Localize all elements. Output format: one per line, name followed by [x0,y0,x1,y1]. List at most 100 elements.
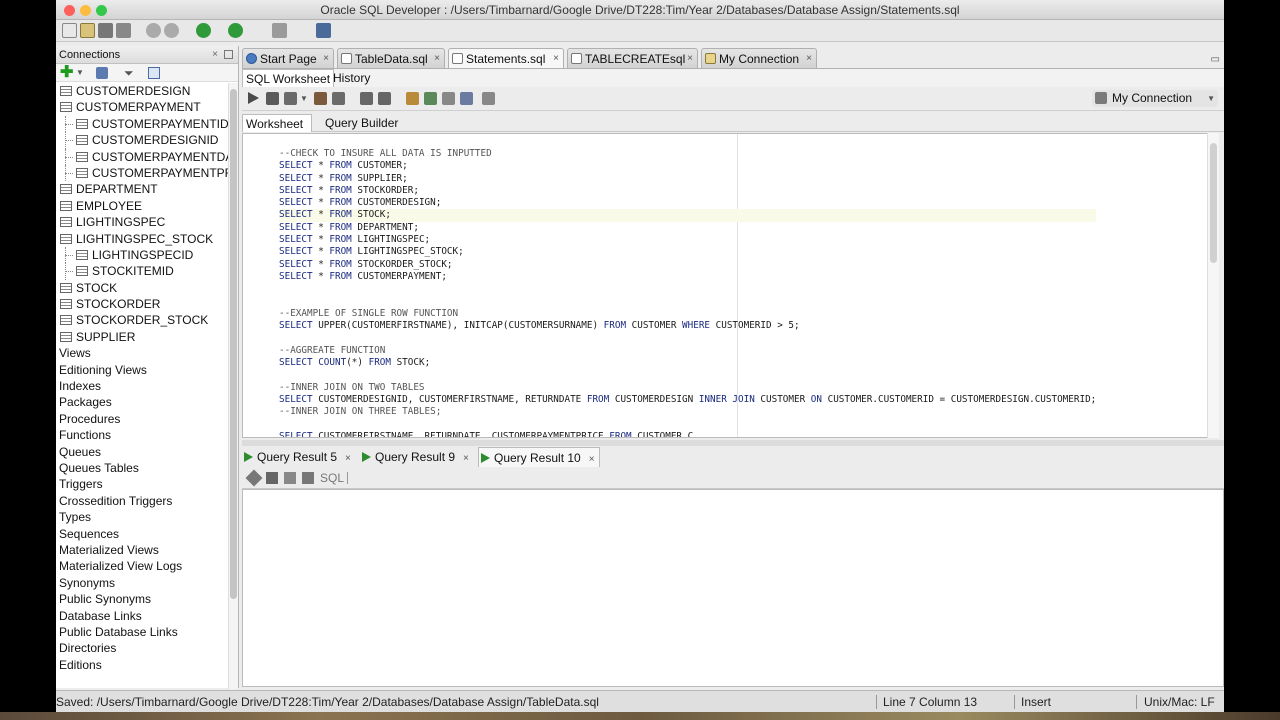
tree-category-item[interactable]: Crossedition Triggers [56,493,228,509]
sql-tool-icon[interactable] [272,23,287,38]
tree-category-item[interactable]: Triggers [56,476,228,492]
commit-icon[interactable] [284,92,297,105]
tree-category-item[interactable]: Directories [56,640,228,656]
code-line[interactable]: SELECT COUNT(*) FROM STOCK; [279,357,1096,369]
export-icon[interactable] [302,472,314,484]
tree-category-item[interactable]: Database Links [56,608,228,624]
tree-category-item[interactable]: Materialized Views [56,542,228,558]
tab-worksheet[interactable]: Worksheet [242,114,312,132]
sql-label[interactable]: SQL [320,471,344,485]
redo-icon[interactable] [164,23,179,38]
tab-query-result-10[interactable]: Query Result 10 × [478,447,600,467]
cancel-icon[interactable] [332,92,345,105]
tree-table-item[interactable]: CUSTOMERDESIGN [56,83,228,99]
tab-statements-sql[interactable]: Statements.sql × [448,48,564,68]
tree-table-item[interactable]: STOCKORDER [56,296,228,312]
tree-category-item[interactable]: Public Synonyms [56,591,228,607]
editor-results-splitter[interactable] [242,440,1224,446]
editor-scroll-thumb[interactable] [1210,143,1217,263]
tree-table-item[interactable]: SUPPLIER [56,329,228,345]
code-line[interactable]: --INNER JOIN ON TWO TABLES [279,382,1096,394]
open-folder-icon[interactable] [80,23,95,38]
tuning-icon[interactable] [460,92,473,105]
tools-icon[interactable] [482,92,495,105]
tree-column-item[interactable]: STOCKITEMID [56,263,228,281]
chevron-down-icon[interactable]: ▼ [300,94,308,103]
tab-sql-worksheet[interactable]: SQL Worksheet [242,69,335,88]
close-window-icon[interactable] [64,5,75,16]
tree-category-item[interactable]: Sequences [56,526,228,542]
tree-category-item[interactable]: Procedures [56,411,228,427]
close-tab-icon[interactable]: × [323,49,329,69]
tree-table-item[interactable]: EMPLOYEE [56,198,228,214]
tab-query-result-9[interactable]: Query Result 9 × [360,447,469,467]
close-tab-icon[interactable]: × [806,49,812,69]
close-tab-icon[interactable]: × [345,453,351,464]
code-line[interactable]: SELECT * FROM LIGHTINGSPEC; [279,234,1096,246]
code-line[interactable] [279,283,1096,295]
code-line[interactable]: SELECT CUSTOMERFIRSTNAME, RETURNDATE, CU… [279,431,1096,437]
close-panel-icon[interactable]: × [212,46,218,64]
code-line[interactable]: SELECT * FROM STOCKORDER; [279,185,1096,197]
code-line[interactable]: --AGGREATE FUNCTION [279,345,1096,357]
code-line[interactable]: SELECT * FROM CUSTOMERPAYMENT; [279,271,1096,283]
tree-table-item[interactable]: STOCKORDER_STOCK [56,312,228,328]
binoculars-icon[interactable] [316,23,331,38]
tree-category-item[interactable]: Functions [56,427,228,443]
code-line[interactable]: SELECT * FROM STOCKORDER_STOCK; [279,259,1096,271]
tree-category-item[interactable]: Queues [56,444,228,460]
tree-category-item[interactable]: Indexes [56,378,228,394]
code-line[interactable] [279,332,1096,344]
close-tab-icon[interactable]: × [687,49,693,69]
tree-column-item[interactable]: CUSTOMERPAYMENTDA [56,148,228,166]
add-connection-icon[interactable]: ✚ [60,65,73,81]
refresh-icon[interactable] [284,472,296,484]
tab-start-page[interactable]: Start Page × [242,48,334,68]
tab-query-result-5[interactable]: Query Result 5 × [242,447,351,467]
tree-table-item[interactable]: LIGHTINGSPEC_STOCK [56,231,228,247]
code-line[interactable] [279,369,1096,381]
code-line[interactable] [279,296,1096,308]
chevron-down-icon[interactable]: ▼ [76,68,84,77]
connection-selector[interactable]: My Connection ▼ [1092,90,1218,107]
close-tab-icon[interactable]: × [463,453,469,464]
explain-plan-icon[interactable] [360,92,373,105]
editor-scrollbar[interactable] [1207,133,1219,438]
tree-category-item[interactable]: Editioning Views [56,362,228,378]
format-icon[interactable] [442,92,455,105]
tree-table-item[interactable]: CUSTOMERPAYMENT [56,99,228,115]
run-statement-icon[interactable] [248,92,259,104]
autotrace-icon[interactable] [378,92,391,105]
tree-category-item[interactable]: Public Database Links [56,624,228,640]
close-tab-icon[interactable]: × [589,454,595,465]
tree-table-item[interactable]: DEPARTMENT [56,181,228,197]
code-line[interactable]: SELECT * FROM CUSTOMERDESIGN; [279,197,1096,209]
code-line[interactable]: --EXAMPLE OF SINGLE ROW FUNCTION [279,308,1096,320]
code-line[interactable]: SELECT * FROM DEPARTMENT; [279,222,1096,234]
close-tab-icon[interactable]: × [434,49,440,69]
save-icon[interactable] [98,23,113,38]
results-grid[interactable] [242,489,1224,687]
code-line[interactable] [279,419,1096,431]
minimize-window-icon[interactable] [80,5,91,16]
tab-tabledata-sql[interactable]: TableData.sql × [337,48,445,68]
tab-query-builder[interactable]: Query Builder [322,114,401,132]
tree-table-item[interactable]: STOCK [56,280,228,296]
code-line[interactable]: SELECT UPPER(CUSTOMERFIRSTNAME), INITCAP… [279,320,1096,332]
tree-category-item[interactable]: Packages [56,394,228,410]
schema-browser-icon[interactable] [148,67,160,79]
print-icon[interactable] [266,472,278,484]
tree-column-item[interactable]: CUSTOMERPAYMENTPRI [56,164,228,182]
tree-column-item[interactable]: LIGHTINGSPECID [56,246,228,264]
code-line[interactable]: SELECT * FROM CUSTOMER; [279,160,1096,172]
filter-icon[interactable]: ⏷ [124,66,134,81]
pin-icon[interactable] [245,469,263,487]
sql-history-icon[interactable] [424,92,437,105]
tab-my-connection[interactable]: My Connection × [701,48,817,68]
code-line[interactable]: --INNER JOIN ON THREE TABLES; [279,406,1096,418]
forward-icon[interactable] [228,23,243,38]
tree-category-item[interactable]: Views [56,345,228,361]
connections-scrollbar[interactable] [228,83,238,689]
minimize-panel-icon[interactable] [224,50,233,59]
sql-code[interactable]: --CHECK TO INSURE ALL DATA IS INPUTTED SE… [279,148,1097,437]
